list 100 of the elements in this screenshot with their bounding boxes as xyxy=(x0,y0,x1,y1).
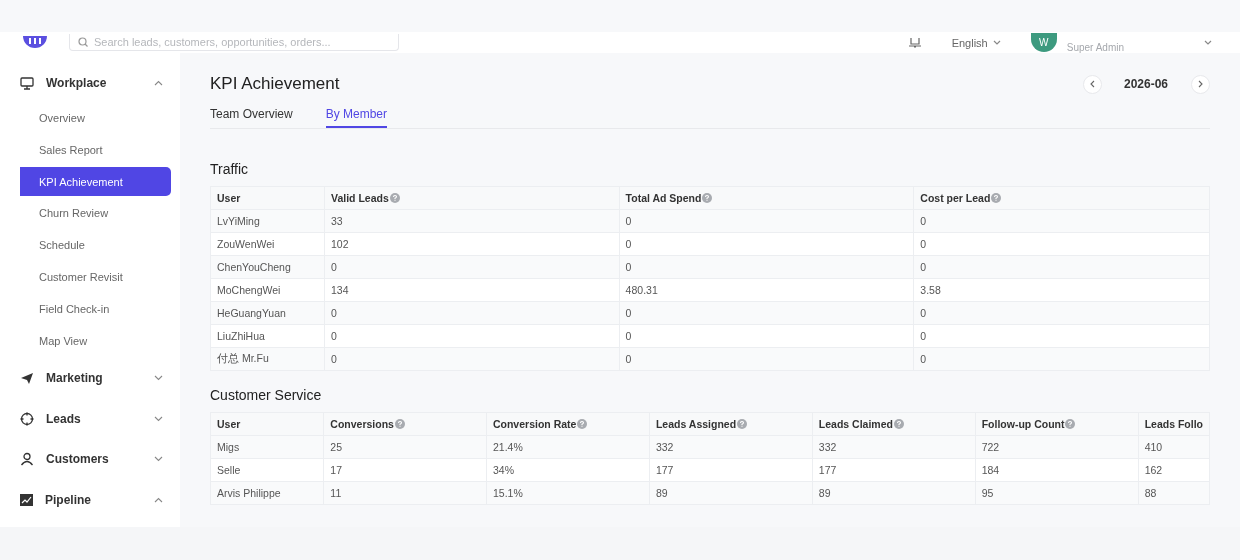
table-cell: 0 xyxy=(913,301,1210,325)
table-cell: 162 xyxy=(1138,458,1210,482)
column-header: User xyxy=(210,412,324,436)
tab[interactable]: By Member xyxy=(325,107,388,128)
table-cell: 0 xyxy=(913,232,1210,256)
table-cell: 332 xyxy=(649,435,813,459)
caret-icon xyxy=(992,39,1001,46)
table-cell: 89 xyxy=(812,481,976,505)
table-cell: 0 xyxy=(913,209,1210,233)
next-button[interactable] xyxy=(1191,74,1210,94)
table-cell: 0 xyxy=(324,301,620,325)
table-cell: 722 xyxy=(975,435,1139,459)
menu-group[interactable]: Marketing xyxy=(0,357,180,399)
column-header: Leads Assigned xyxy=(649,412,813,436)
help-icon xyxy=(577,419,588,429)
table-cell: 11 xyxy=(323,481,487,505)
section-title: Customer Service xyxy=(210,387,323,403)
table-cell: Arvis Philippe xyxy=(210,481,324,505)
menu-item[interactable]: Map View xyxy=(20,326,171,356)
language-dropdown[interactable]: English xyxy=(951,36,1001,49)
column-header: Valid Leads xyxy=(324,186,620,210)
paper-plane-icon xyxy=(20,371,34,385)
table-cell: Migs xyxy=(210,435,324,459)
menu-item[interactable]: Schedule xyxy=(20,230,171,260)
column-header: Leads Claimed xyxy=(812,412,976,436)
menu-item[interactable]: Overview xyxy=(20,103,171,133)
table-cell: 177 xyxy=(812,458,976,482)
column-header: Follow-up Count xyxy=(975,412,1139,436)
table-cell: 89 xyxy=(649,481,813,505)
table-cell: 0 xyxy=(619,301,914,325)
table-cell: ChenYouCheng xyxy=(210,255,325,279)
monitor-icon xyxy=(20,76,34,90)
column-header: Total Ad Spend xyxy=(619,186,914,210)
table-cell: 177 xyxy=(649,458,813,482)
menu-item[interactable]: Churn Review xyxy=(20,199,171,228)
table-cell: 3.58 xyxy=(913,278,1210,302)
chevron-left-icon xyxy=(1089,80,1096,88)
table-cell: 15.1% xyxy=(486,481,650,505)
help-icon xyxy=(702,193,713,203)
user-role: Super Admin xyxy=(1066,42,1124,53)
table-cell: 34% xyxy=(486,458,650,482)
table-cell: 0 xyxy=(324,347,620,371)
menu-group[interactable]: Customers xyxy=(0,439,180,480)
table-cell: 102 xyxy=(324,232,620,256)
table-cell: Selle xyxy=(210,458,324,482)
column-header: Conversions xyxy=(323,412,487,436)
column-header: User xyxy=(210,186,325,210)
tab[interactable]: Team Overview xyxy=(210,107,293,128)
table-cell: 0 xyxy=(324,255,620,279)
table-cell: HeGuangYuan xyxy=(210,301,325,325)
table-cell: 0 xyxy=(324,324,620,348)
chart-icon xyxy=(20,494,33,507)
table-cell: 付总 Mr.Fu xyxy=(210,347,325,371)
table-cell: 134 xyxy=(324,278,620,302)
column-header: Conversion Rate xyxy=(486,412,650,436)
table-cell: ZouWenWei xyxy=(210,232,325,256)
table-cell: 480.31 xyxy=(619,278,914,302)
logo-icon xyxy=(22,35,48,50)
help-icon xyxy=(737,419,748,429)
menu-group[interactable]: Pipeline xyxy=(0,479,180,521)
search-icon xyxy=(78,37,88,47)
table-cell: 17 xyxy=(323,458,487,482)
table-cell: 33 xyxy=(324,209,620,233)
caret-icon[interactable] xyxy=(1204,39,1212,46)
chevron-right-icon xyxy=(1197,80,1204,88)
table-cell: 21.4% xyxy=(486,435,650,459)
table-cell: 0 xyxy=(619,324,914,348)
table-cell: 0 xyxy=(619,232,914,256)
page-title: KPI Achievement xyxy=(210,74,340,94)
menu-item[interactable]: Customer Revisit xyxy=(20,262,171,292)
help-icon xyxy=(893,419,904,429)
table-cell: 0 xyxy=(619,347,914,371)
column-header: Leads Follo xyxy=(1138,412,1210,436)
user-avatar[interactable]: W xyxy=(1030,33,1057,52)
table-cell: LvYiMing xyxy=(210,209,325,233)
table-cell: MoChengWei xyxy=(210,278,325,302)
menu-item[interactable]: Sales Report xyxy=(20,135,171,165)
previous-button[interactable] xyxy=(1082,74,1102,94)
menu-item[interactable]: Field Check-in xyxy=(20,294,171,324)
help-icon xyxy=(1065,419,1076,429)
section-title: Traffic xyxy=(210,161,250,177)
table-cell: 0 xyxy=(619,209,914,233)
table-cell: LiuZhiHua xyxy=(210,324,325,348)
period-label: 2026-06 xyxy=(1123,77,1168,91)
table-cell: 0 xyxy=(913,255,1210,279)
table-cell: 184 xyxy=(975,458,1139,482)
table-cell: 0 xyxy=(913,324,1210,348)
crosshair-icon xyxy=(20,411,34,426)
table-cell: 332 xyxy=(812,435,976,459)
search-field[interactable]: Search leads, customers, opportunities, orders... xyxy=(69,34,399,51)
column-header: Cost per Lead xyxy=(913,186,1210,210)
help-icon xyxy=(394,419,405,429)
help-icon xyxy=(991,193,1002,203)
help-icon xyxy=(389,193,400,203)
table-cell: 0 xyxy=(619,255,914,279)
menu-item[interactable]: KPI Achievement xyxy=(20,167,171,197)
table-cell: 0 xyxy=(913,347,1210,371)
table-cell: 95 xyxy=(975,481,1139,505)
menu-group[interactable]: Leads xyxy=(0,398,180,440)
menu-group[interactable]: Workplace xyxy=(0,63,180,104)
